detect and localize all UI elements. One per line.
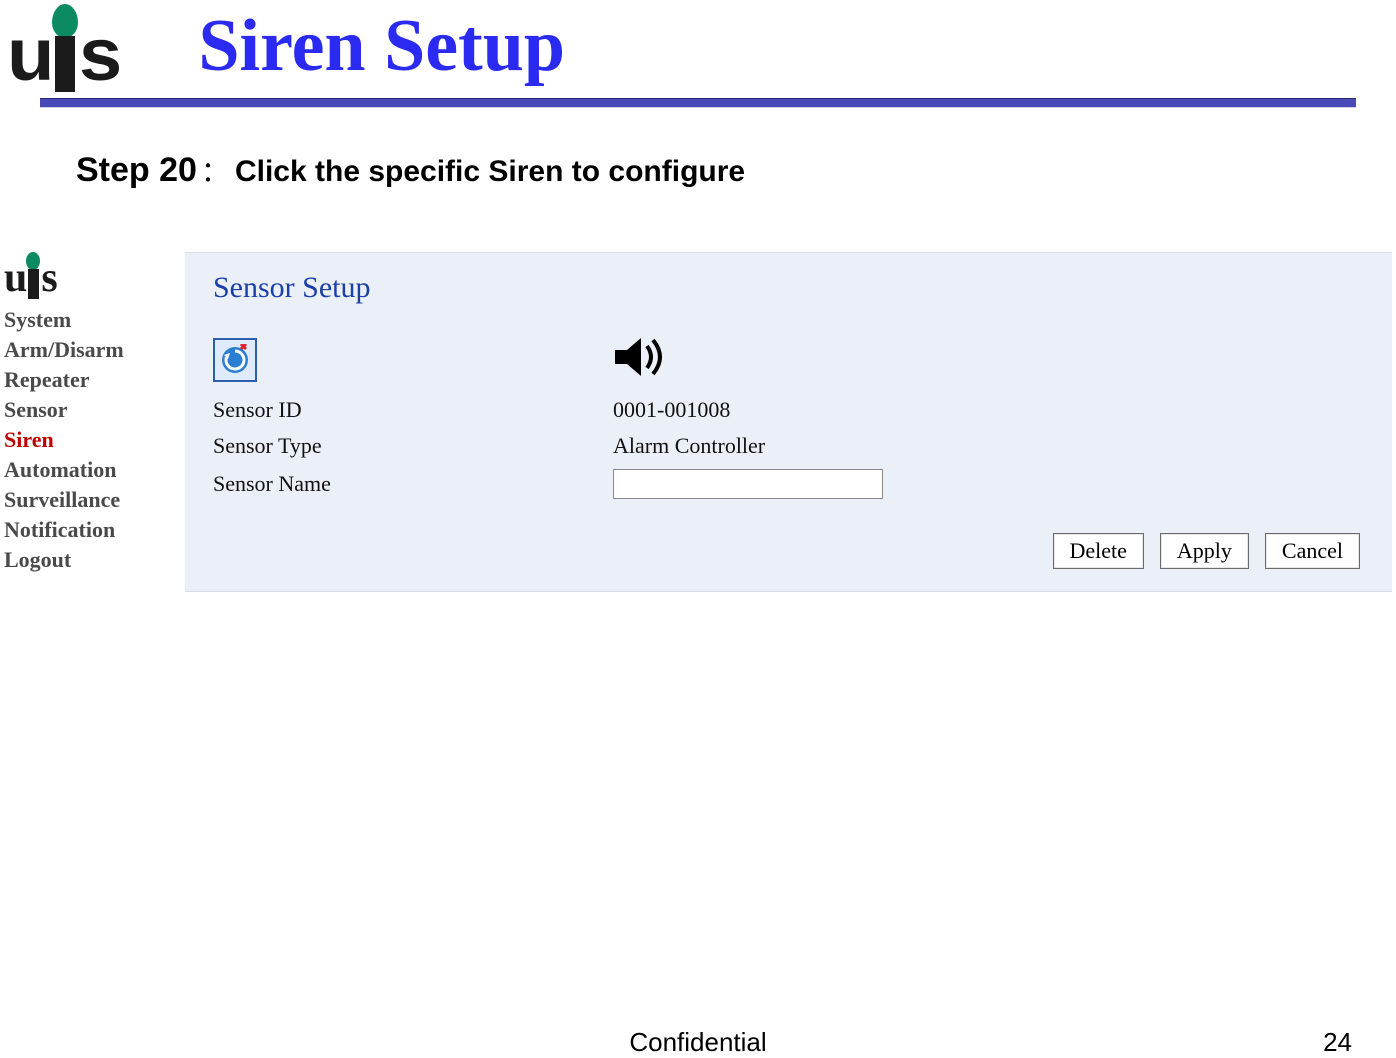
logo-small: u s — [4, 252, 185, 299]
apply-button[interactable]: Apply — [1160, 533, 1249, 569]
logo-large: u s — [8, 0, 118, 92]
footer-confidential: Confidential — [629, 1027, 766, 1058]
sensor-name-input[interactable] — [613, 469, 883, 499]
refresh-icon-cell — [213, 333, 613, 387]
sidebar-item-siren[interactable]: Siren — [4, 427, 185, 453]
footer-page-number: 24 — [1323, 1027, 1352, 1058]
app-main-panel: Sensor Setup — [185, 252, 1392, 592]
sidebar-item-sensor[interactable]: Sensor — [4, 397, 185, 423]
sidebar-item-repeater[interactable]: Repeater — [4, 367, 185, 393]
divider — [0, 98, 1396, 108]
sensor-name-label: Sensor Name — [213, 471, 613, 497]
sidebar-item-system[interactable]: System — [4, 307, 185, 333]
panel-title: Sensor Setup — [213, 271, 1364, 305]
cancel-button[interactable]: Cancel — [1265, 533, 1360, 569]
app-screenshot: u s System Arm/Disarm Repeater Sensor Si… — [0, 252, 1396, 592]
step-label: Step 20 — [76, 151, 197, 189]
app-sidebar: u s System Arm/Disarm Repeater Sensor Si… — [0, 252, 185, 592]
refresh-icon[interactable] — [213, 338, 257, 382]
step-line: Step 20：Click the specific Siren to conf… — [76, 150, 1396, 190]
sidebar-item-logout[interactable]: Logout — [4, 547, 185, 573]
slide-header: u s Siren Setup — [0, 0, 1396, 92]
sensor-type-value: Alarm Controller — [613, 433, 1364, 459]
speaker-icon-cell — [613, 333, 1364, 387]
step-description: Click the specific Siren to configure — [235, 155, 745, 188]
step-colon: ： — [201, 156, 229, 187]
button-row: Delete Apply Cancel — [213, 533, 1364, 569]
sensor-form: Sensor ID 0001-001008 Sensor Type Alarm … — [213, 333, 1364, 499]
sensor-type-label: Sensor Type — [213, 433, 613, 459]
delete-button[interactable]: Delete — [1053, 533, 1144, 569]
sidebar-item-notification[interactable]: Notification — [4, 517, 185, 543]
sensor-id-value: 0001-001008 — [613, 397, 1364, 423]
sidebar-item-arm-disarm[interactable]: Arm/Disarm — [4, 337, 185, 363]
sensor-id-label: Sensor ID — [213, 397, 613, 423]
sidebar-item-automation[interactable]: Automation — [4, 457, 185, 483]
sidebar-item-surveillance[interactable]: Surveillance — [4, 487, 185, 513]
slide-title: Siren Setup — [198, 4, 565, 89]
speaker-icon — [613, 336, 665, 384]
